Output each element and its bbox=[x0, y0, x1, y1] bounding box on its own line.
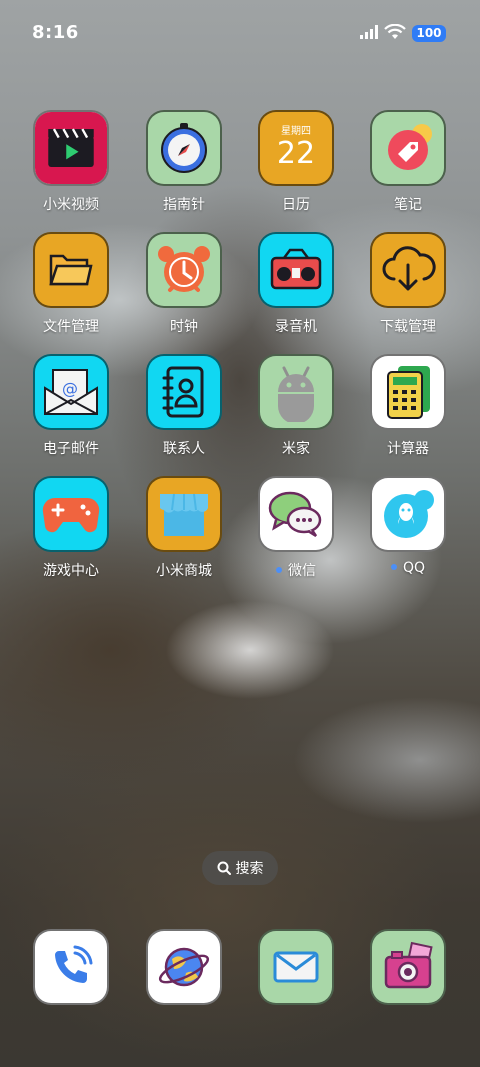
app-download-manager[interactable]: 下载管理 bbox=[358, 232, 458, 336]
app-label: 录音机 bbox=[275, 319, 317, 335]
download-icon bbox=[370, 232, 446, 308]
battery-badge: 100 bbox=[412, 25, 446, 42]
app-notes[interactable]: 笔记 bbox=[358, 110, 458, 214]
app-label-text: 微信 bbox=[288, 563, 316, 579]
browser-globe-icon bbox=[146, 929, 222, 1005]
app-compass[interactable]: 指南针 bbox=[134, 110, 234, 214]
app-label: 文件管理 bbox=[43, 319, 99, 335]
contacts-icon bbox=[146, 354, 222, 430]
app-label: 微信 bbox=[246, 560, 346, 580]
notes-icon bbox=[370, 110, 446, 186]
calendar-icon: 星期四 22 bbox=[258, 110, 334, 186]
video-icon bbox=[33, 110, 109, 186]
radio-recorder-icon bbox=[258, 232, 334, 308]
search-label: 搜索 bbox=[235, 861, 264, 877]
search-button[interactable]: 搜索 bbox=[202, 851, 278, 885]
app-xiaomi-video[interactable]: 小米视频 bbox=[21, 110, 121, 214]
svg-text:@: @ bbox=[62, 379, 78, 398]
calculator-icon bbox=[370, 354, 446, 430]
dock-messages[interactable] bbox=[246, 929, 346, 1005]
alarm-clock-icon bbox=[146, 232, 222, 308]
app-label: 小米视频 bbox=[43, 197, 99, 213]
compass-icon bbox=[146, 110, 222, 186]
gamepad-icon bbox=[33, 476, 109, 552]
app-calculator[interactable]: 计算器 bbox=[358, 354, 458, 458]
app-label: 时钟 bbox=[170, 319, 198, 335]
app-clock[interactable]: 时钟 bbox=[134, 232, 234, 336]
app-calendar[interactable]: 星期四 22 日历 bbox=[246, 110, 346, 214]
status-icons: 100 bbox=[360, 22, 450, 44]
dock-phone[interactable] bbox=[21, 929, 121, 1005]
wechat-icon bbox=[258, 476, 334, 552]
qq-icon bbox=[370, 476, 446, 552]
calendar-weekday: 星期四 bbox=[281, 125, 311, 137]
phone-icon bbox=[33, 929, 109, 1005]
signal-icon bbox=[360, 25, 378, 39]
app-recorder[interactable]: 录音机 bbox=[246, 232, 346, 336]
folder-icon bbox=[33, 232, 109, 308]
wifi-icon bbox=[384, 24, 406, 39]
app-label: 计算器 bbox=[387, 441, 429, 457]
app-contacts[interactable]: 联系人 bbox=[134, 354, 234, 458]
app-mi-store[interactable]: 小米商城 bbox=[134, 476, 234, 580]
app-wechat[interactable]: 微信 bbox=[246, 476, 346, 580]
app-label-text: QQ bbox=[402, 560, 426, 576]
app-label: 笔记 bbox=[394, 197, 422, 213]
status-time: 8:16 bbox=[32, 22, 79, 43]
app-label: 小米商城 bbox=[156, 563, 212, 579]
search-icon bbox=[217, 861, 231, 875]
new-install-dot bbox=[276, 567, 282, 573]
email-icon: @ bbox=[33, 354, 109, 430]
app-label: 日历 bbox=[282, 197, 310, 213]
status-bar: 8:16 100 bbox=[0, 0, 480, 70]
app-label: 联系人 bbox=[163, 441, 205, 457]
calendar-day: 22 bbox=[276, 135, 316, 171]
android-robot-icon bbox=[258, 354, 334, 430]
app-qq[interactable]: QQ bbox=[358, 476, 458, 576]
app-label: 游戏中心 bbox=[43, 563, 99, 579]
app-label: 米家 bbox=[282, 441, 310, 457]
app-email[interactable]: @ 电子邮件 bbox=[21, 354, 121, 458]
dock-camera[interactable] bbox=[358, 929, 458, 1005]
app-label: 电子邮件 bbox=[43, 441, 99, 457]
new-install-dot bbox=[390, 564, 397, 570]
app-label: QQ bbox=[358, 560, 458, 576]
app-label: 下载管理 bbox=[380, 319, 436, 335]
app-file-manager[interactable]: 文件管理 bbox=[21, 232, 121, 336]
app-game-center[interactable]: 游戏中心 bbox=[21, 476, 121, 580]
store-icon bbox=[146, 476, 222, 552]
app-label: 指南针 bbox=[163, 197, 205, 213]
dock-browser[interactable] bbox=[134, 929, 234, 1005]
messages-icon bbox=[258, 929, 334, 1005]
app-mijia[interactable]: 米家 bbox=[246, 354, 346, 458]
camera-icon bbox=[370, 929, 446, 1005]
